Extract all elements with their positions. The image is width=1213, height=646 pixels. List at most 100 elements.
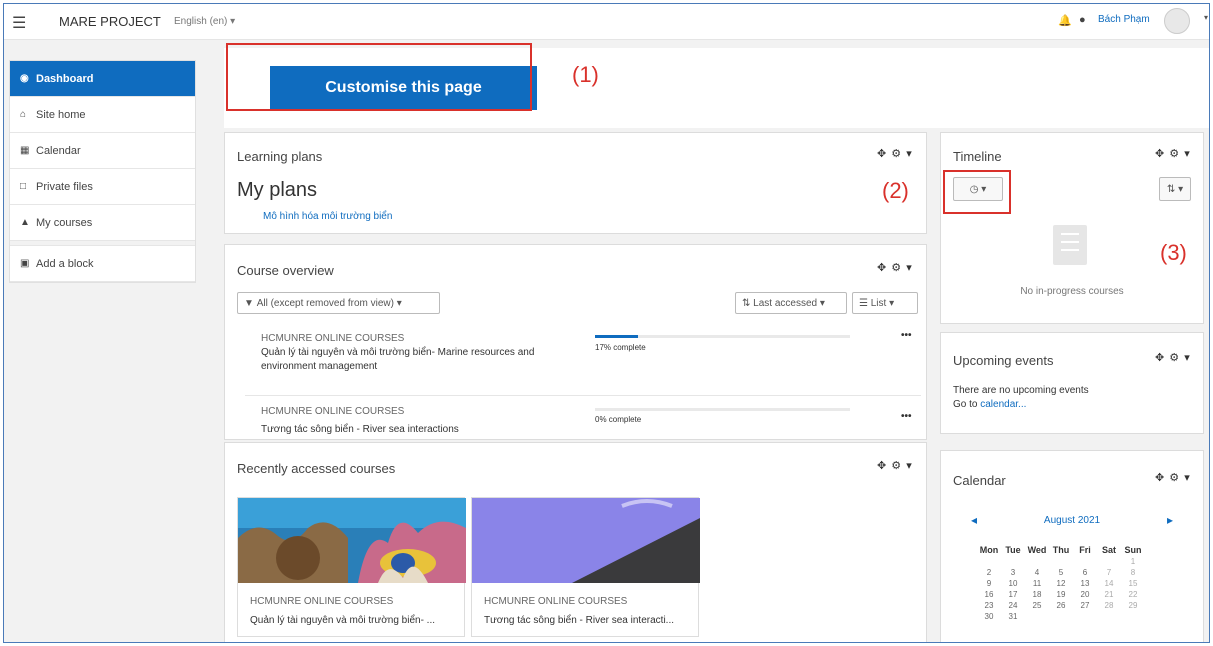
calendar-month[interactable]: August 2021	[941, 515, 1203, 526]
sidebar-item-calendar[interactable]: ▦ Calendar	[10, 133, 195, 169]
timeline-block: Timeline ✥ ⚙ ▾ ◷ ▾ ⇅ ▾ No in-progress co…	[940, 132, 1204, 324]
block-controls-icon[interactable]: ✥ ⚙ ▾	[877, 147, 913, 160]
calendar-day[interactable]: 14	[1097, 578, 1121, 589]
drawer-list: ◉ Dashboard ⌂ Site home ▦ Calendar □ Pri…	[9, 60, 196, 283]
calendar-day	[1049, 611, 1073, 622]
user-menu-chevron-icon[interactable]: ▾	[1204, 13, 1208, 22]
course-sort-dropdown[interactable]: ⇅ Last accessed ▾	[735, 292, 847, 314]
calendar-day[interactable]: 4	[1025, 567, 1049, 578]
course-overview-block: Course overview ✥ ⚙ ▾ ▼ All (except remo…	[224, 244, 927, 440]
calendar-day[interactable]: 3	[1001, 567, 1025, 578]
no-events-text: There are no upcoming events	[953, 385, 1089, 396]
calendar-day[interactable]: 11	[1025, 578, 1049, 589]
course-name[interactable]: Quản lý tài nguyên và môi trường biển- .…	[250, 615, 435, 626]
main-region: Customise this page (1) Learning plans ✥…	[212, 40, 1209, 642]
chevron-down-icon: ▾	[393, 297, 402, 309]
calendar-day[interactable]: 16	[977, 589, 1001, 600]
user-name[interactable]: Bách Phạm	[1098, 14, 1150, 25]
sidebar-item-add-block[interactable]: ▣ Add a block	[10, 246, 195, 282]
sidebar-item-site-home[interactable]: ⌂ Site home	[10, 97, 195, 133]
calendar-day[interactable]: 5	[1049, 567, 1073, 578]
sort-icon: ⇅	[742, 297, 754, 309]
calendar-day[interactable]: 26	[1049, 600, 1073, 611]
hamburger-icon[interactable]: ☰	[12, 13, 26, 33]
calendar-weekday: Sun	[1124, 544, 1142, 555]
course-row[interactable]: HCMUNRE ONLINE COURSES Quản lý tài nguyê…	[245, 325, 921, 393]
course-category: HCMUNRE ONLINE COURSES	[261, 333, 405, 344]
course-view-dropdown[interactable]: ☰ List ▾	[852, 292, 918, 314]
calendar-day[interactable]: 21	[1097, 589, 1121, 600]
calendar-day[interactable]: 22	[1121, 589, 1145, 600]
chevron-down-icon: ▾	[817, 297, 825, 309]
sidebar-item-label: Add a block	[36, 257, 94, 270]
goto-prefix: Go to	[953, 399, 981, 410]
course-filter-dropdown[interactable]: ▼ All (except removed from view) ▾	[237, 292, 440, 314]
calendar-day[interactable]: 25	[1025, 600, 1049, 611]
course-card[interactable]: HCMUNRE ONLINE COURSES Quản lý tài nguyê…	[237, 497, 466, 637]
calendar-day[interactable]: 29	[1121, 600, 1145, 611]
calendar-day[interactable]: 7	[1097, 567, 1121, 578]
calendar-day[interactable]: 15	[1121, 578, 1145, 589]
calendar-day[interactable]: 2	[977, 567, 1001, 578]
course-category: HCMUNRE ONLINE COURSES	[484, 596, 628, 607]
course-row[interactable]: HCMUNRE ONLINE COURSES Tương tác sông bi…	[245, 395, 921, 439]
calendar-day[interactable]: 30	[977, 611, 1001, 622]
timeline-sort-button[interactable]: ⇅ ▾	[1159, 177, 1191, 201]
course-name[interactable]: Quản lý tài nguyên và môi trường biển- M…	[261, 346, 581, 374]
block-controls-icon[interactable]: ✥ ⚙ ▾	[1155, 147, 1191, 160]
calendar-day[interactable]: 27	[1073, 600, 1097, 611]
calendar-weekday: Tue	[1005, 544, 1021, 555]
calendar-day	[1073, 556, 1097, 567]
calendar-day	[1097, 611, 1121, 622]
annotation-box-2	[943, 170, 1011, 214]
calendar-day[interactable]: 19	[1049, 589, 1073, 600]
course-menu-icon[interactable]: •••	[901, 330, 912, 341]
calendar-week-row: 30 31	[977, 611, 1145, 622]
course-name[interactable]: Tương tác sông biển - River sea interact…	[261, 423, 581, 437]
notification-bell-icon[interactable]: 🔔	[1058, 14, 1072, 27]
sidebar-item-my-courses[interactable]: ▲ My courses	[10, 205, 195, 241]
calendar-week-row: 1	[977, 556, 1145, 567]
calendar-day[interactable]: 1	[1121, 556, 1145, 567]
site-name[interactable]: MARE PROJECT	[59, 14, 161, 29]
calendar-next-icon[interactable]: ▸	[1167, 513, 1173, 527]
calendar-day[interactable]: 20	[1073, 589, 1097, 600]
plan-link[interactable]: Mô hình hóa môi trường biển	[263, 211, 392, 222]
calendar-day[interactable]: 24	[1001, 600, 1025, 611]
language-menu[interactable]: English (en) ▾	[174, 16, 235, 27]
message-icon[interactable]: ●	[1079, 14, 1086, 26]
language-label: English (en)	[174, 16, 228, 27]
sidebar-item-private-files[interactable]: □ Private files	[10, 169, 195, 205]
chevron-down-icon: ▾	[886, 297, 895, 309]
calendar-day[interactable]: 10	[1001, 578, 1025, 589]
block-controls-icon[interactable]: ✥ ⚙ ▾	[1155, 471, 1191, 484]
goto-calendar-line: Go to calendar...	[953, 399, 1026, 410]
avatar[interactable]	[1164, 8, 1190, 34]
calendar-day[interactable]: 9	[977, 578, 1001, 589]
sidebar-item-dashboard[interactable]: ◉ Dashboard	[10, 61, 195, 97]
calendar-day[interactable]: 8	[1121, 567, 1145, 578]
calendar-week-row: 16 17 18 19 20 21 22	[977, 589, 1145, 600]
calendar-day[interactable]: 6	[1073, 567, 1097, 578]
file-icon: □	[20, 181, 27, 192]
calendar-day	[1049, 556, 1073, 567]
block-title: Timeline	[953, 149, 1002, 164]
calendar-day[interactable]: 23	[977, 600, 1001, 611]
calendar-day[interactable]: 18	[1025, 589, 1049, 600]
course-menu-icon[interactable]: •••	[901, 411, 912, 422]
nav-drawer: ◉ Dashboard ⌂ Site home ▦ Calendar □ Pri…	[4, 40, 212, 642]
course-card[interactable]: HCMUNRE ONLINE COURSES Tương tác sông bi…	[471, 497, 700, 637]
calendar-day	[1097, 556, 1121, 567]
calendar-day[interactable]: 17	[1001, 589, 1025, 600]
calendar-day[interactable]: 12	[1049, 578, 1073, 589]
sidebar-item-label: Dashboard	[36, 72, 94, 85]
calendar-day[interactable]: 31	[1001, 611, 1025, 622]
course-name[interactable]: Tương tác sông biển - River sea interact…	[484, 615, 674, 626]
calendar-day[interactable]: 13	[1073, 578, 1097, 589]
block-controls-icon[interactable]: ✥ ⚙ ▾	[1155, 351, 1191, 364]
sidebar-item-label: Private files	[36, 180, 93, 193]
block-controls-icon[interactable]: ✥ ⚙ ▾	[877, 261, 913, 274]
calendar-day[interactable]: 28	[1097, 600, 1121, 611]
calendar-link[interactable]: calendar...	[980, 399, 1026, 410]
block-controls-icon[interactable]: ✥ ⚙ ▾	[877, 459, 913, 472]
